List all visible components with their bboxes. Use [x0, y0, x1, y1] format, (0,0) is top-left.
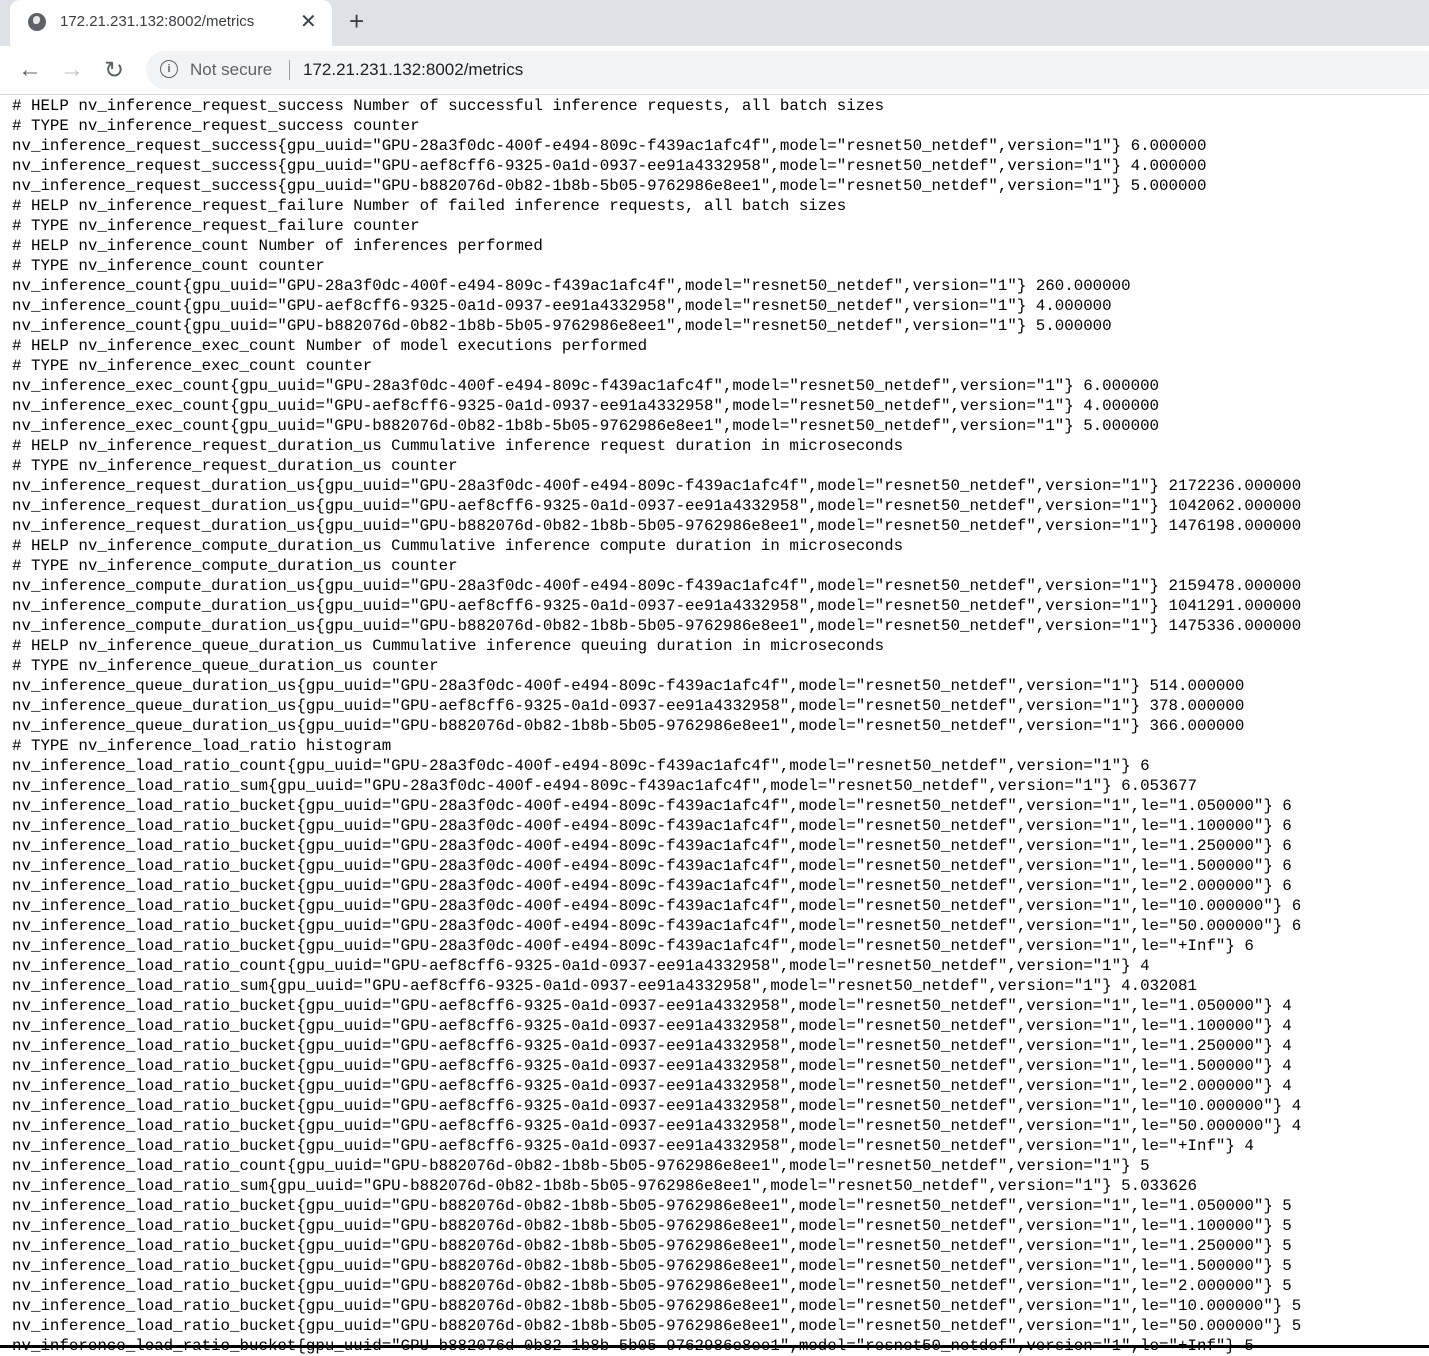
metric-comment-line: # TYPE nv_inference_load_ratio histogram — [12, 737, 392, 755]
metric-comment-line: # HELP nv_inference_compute_duration_us … — [12, 537, 904, 555]
metric-line: nv_inference_load_ratio_bucket{gpu_uuid=… — [12, 1057, 1292, 1075]
metric-comment-line: # HELP nv_inference_count Number of infe… — [12, 237, 543, 255]
metric-comment-line: # HELP nv_inference_request_success Numb… — [12, 97, 885, 115]
metric-line: nv_inference_load_ratio_bucket{gpu_uuid=… — [12, 857, 1292, 875]
url-text[interactable]: 172.21.231.132:8002/metrics — [303, 60, 523, 80]
metric-comment-line: # TYPE nv_inference_compute_duration_us … — [12, 557, 458, 575]
metric-line: nv_inference_compute_duration_us{gpu_uui… — [12, 597, 1302, 615]
metric-line: nv_inference_count{gpu_uuid="GPU-28a3f0d… — [12, 277, 1131, 295]
browser-toolbar: ← → ↻ i Not secure 172.21.231.132:8002/m… — [0, 46, 1429, 95]
metric-line: nv_inference_load_ratio_bucket{gpu_uuid=… — [12, 1077, 1292, 1095]
metric-comment-line: # HELP nv_inference_request_duration_us … — [12, 437, 904, 455]
reload-button[interactable]: ↻ — [104, 56, 124, 85]
metric-comment-line: # TYPE nv_inference_queue_duration_us co… — [12, 657, 439, 675]
metric-comment-line: # TYPE nv_inference_count counter — [12, 257, 325, 275]
metric-line: nv_inference_queue_duration_us{gpu_uuid=… — [12, 717, 1245, 735]
metric-line: nv_inference_load_ratio_sum{gpu_uuid="GP… — [12, 777, 1197, 795]
tab-strip: 172.21.231.132:8002/metrics ✕ + — [0, 0, 1429, 46]
metric-line: nv_inference_compute_duration_us{gpu_uui… — [12, 577, 1302, 595]
new-tab-button[interactable]: + — [349, 6, 364, 37]
metric-line: nv_inference_compute_duration_us{gpu_uui… — [12, 617, 1302, 635]
metric-line: nv_inference_load_ratio_bucket{gpu_uuid=… — [12, 1277, 1292, 1295]
metric-line: nv_inference_load_ratio_bucket{gpu_uuid=… — [12, 1317, 1302, 1335]
metric-line: nv_inference_load_ratio_bucket{gpu_uuid=… — [12, 1137, 1254, 1155]
metric-line: nv_inference_request_duration_us{gpu_uui… — [12, 517, 1302, 535]
metric-line: nv_inference_load_ratio_bucket{gpu_uuid=… — [12, 1017, 1292, 1035]
metric-comment-line: # TYPE nv_inference_exec_count counter — [12, 357, 373, 375]
metric-line: nv_inference_load_ratio_count{gpu_uuid="… — [12, 957, 1150, 975]
metric-line: nv_inference_load_ratio_bucket{gpu_uuid=… — [12, 937, 1254, 955]
metric-line: nv_inference_load_ratio_bucket{gpu_uuid=… — [12, 897, 1302, 915]
metric-line: nv_inference_load_ratio_bucket{gpu_uuid=… — [12, 837, 1292, 855]
metric-comment-line: # TYPE nv_inference_request_failure coun… — [12, 217, 420, 235]
metric-line: nv_inference_load_ratio_bucket{gpu_uuid=… — [12, 817, 1292, 835]
info-icon[interactable]: i — [160, 60, 178, 78]
metric-line: nv_inference_load_ratio_bucket{gpu_uuid=… — [12, 877, 1292, 895]
metric-line: nv_inference_count{gpu_uuid="GPU-aef8cff… — [12, 297, 1112, 315]
metric-line: nv_inference_load_ratio_bucket{gpu_uuid=… — [12, 997, 1292, 1015]
metrics-text: # HELP nv_inference_request_success Numb… — [12, 96, 1301, 1356]
metric-line: nv_inference_load_ratio_bucket{gpu_uuid=… — [12, 1037, 1292, 1055]
metric-comment-line: # HELP nv_inference_exec_count Number of… — [12, 337, 648, 355]
metric-line: nv_inference_request_duration_us{gpu_uui… — [12, 477, 1302, 495]
metric-line: nv_inference_load_ratio_bucket{gpu_uuid=… — [12, 1217, 1292, 1235]
metric-line: nv_inference_request_duration_us{gpu_uui… — [12, 497, 1302, 515]
metric-line: nv_inference_load_ratio_bucket{gpu_uuid=… — [12, 797, 1292, 815]
metric-line: nv_inference_load_ratio_sum{gpu_uuid="GP… — [12, 977, 1197, 995]
back-button[interactable]: ← — [18, 56, 42, 84]
metric-comment-line: # HELP nv_inference_queue_duration_us Cu… — [12, 637, 885, 655]
metric-line: nv_inference_load_ratio_bucket{gpu_uuid=… — [12, 917, 1302, 935]
metric-line: nv_inference_load_ratio_count{gpu_uuid="… — [12, 757, 1150, 775]
forward-button[interactable]: → — [60, 56, 84, 84]
divider — [289, 60, 290, 80]
close-tab-icon[interactable]: ✕ — [300, 9, 317, 34]
metric-line: nv_inference_load_ratio_count{gpu_uuid="… — [12, 1157, 1150, 1175]
metric-line: nv_inference_request_success{gpu_uuid="G… — [12, 137, 1207, 155]
metric-line: nv_inference_load_ratio_bucket{gpu_uuid=… — [12, 1237, 1292, 1255]
tab-metrics[interactable]: 172.21.231.132:8002/metrics ✕ — [10, 0, 332, 46]
metric-line: nv_inference_exec_count{gpu_uuid="GPU-b8… — [12, 417, 1160, 435]
metric-line: nv_inference_queue_duration_us{gpu_uuid=… — [12, 697, 1245, 715]
metric-line: nv_inference_count{gpu_uuid="GPU-b882076… — [12, 317, 1112, 335]
metric-line: nv_inference_queue_duration_us{gpu_uuid=… — [12, 677, 1245, 695]
metric-comment-line: # TYPE nv_inference_request_success coun… — [12, 117, 420, 135]
metric-line: nv_inference_load_ratio_bucket{gpu_uuid=… — [12, 1297, 1302, 1315]
metric-line: nv_inference_load_ratio_bucket{gpu_uuid=… — [12, 1257, 1292, 1275]
metric-line: nv_inference_load_ratio_bucket{gpu_uuid=… — [12, 1117, 1302, 1135]
metric-line: nv_inference_load_ratio_sum{gpu_uuid="GP… — [12, 1177, 1197, 1195]
tab-title: 172.21.231.132:8002/metrics — [60, 13, 255, 30]
metric-line: nv_inference_exec_count{gpu_uuid="GPU-ae… — [12, 397, 1160, 415]
not-secure-label[interactable]: Not secure — [190, 60, 272, 80]
metric-line: nv_inference_request_success{gpu_uuid="G… — [12, 177, 1207, 195]
globe-icon — [28, 13, 46, 31]
metric-comment-line: # TYPE nv_inference_request_duration_us … — [12, 457, 458, 475]
metric-line: nv_inference_request_success{gpu_uuid="G… — [12, 157, 1207, 175]
metric-line: nv_inference_load_ratio_bucket{gpu_uuid=… — [12, 1197, 1292, 1215]
metric-comment-line: # HELP nv_inference_request_failure Numb… — [12, 197, 847, 215]
metric-line: nv_inference_load_ratio_bucket{gpu_uuid=… — [12, 1097, 1302, 1115]
address-bar[interactable]: i Not secure 172.21.231.132:8002/metrics — [146, 51, 1429, 89]
metric-line: nv_inference_exec_count{gpu_uuid="GPU-28… — [12, 377, 1160, 395]
